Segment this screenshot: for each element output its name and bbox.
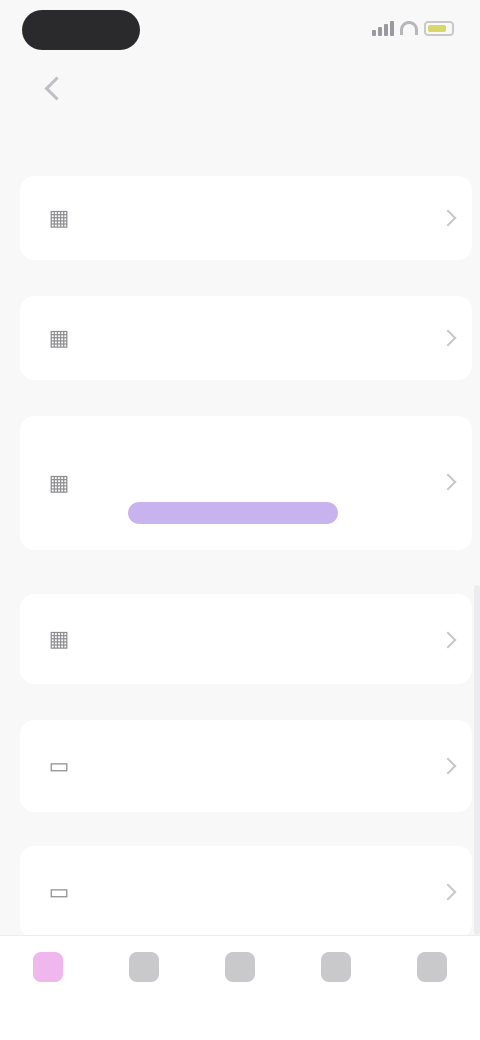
cards-icon: ▭ (48, 753, 70, 778)
tab-profile[interactable] (384, 936, 480, 1040)
chevron-right-icon (439, 473, 457, 491)
app-screen: ▦ ▦ ▦ ▦ ▭ ▭ (0, 0, 480, 1040)
tab-bar (0, 935, 480, 1040)
signal-icon (372, 20, 394, 36)
list-item[interactable]: ▦ (20, 176, 472, 260)
progress-badge (128, 502, 338, 524)
notebook-icon: ▦ (48, 325, 70, 350)
tab-chart[interactable] (192, 936, 288, 1040)
practice-icon (321, 952, 351, 982)
lesson-list: ▦ ▦ ▦ ▦ ▭ ▭ (0, 176, 480, 938)
chart-icon (225, 952, 255, 982)
chevron-right-icon (439, 209, 457, 227)
list-item[interactable]: ▦ (20, 296, 472, 380)
list-item[interactable]: ▦ (20, 594, 472, 684)
list-item[interactable]: ▭ (20, 720, 472, 812)
chevron-left-icon[interactable] (44, 76, 69, 101)
chevron-right-icon (439, 329, 457, 347)
notebook-icon: ▦ (48, 205, 70, 230)
status-icons (372, 20, 454, 36)
profile-icon (417, 952, 447, 982)
list-item[interactable]: ▭ (20, 846, 472, 938)
chevron-right-icon (439, 883, 457, 901)
chevron-right-icon (439, 631, 457, 649)
home-icon (33, 952, 63, 982)
wifi-icon (400, 21, 418, 35)
notebook-icon: ▦ (48, 626, 70, 651)
tab-practice[interactable] (288, 936, 384, 1040)
chevron-right-icon (439, 757, 457, 775)
status-time (22, 10, 140, 50)
status-bar (0, 0, 480, 64)
cards-icon: ▭ (48, 879, 70, 904)
tab-book[interactable] (96, 936, 192, 1040)
notebook-icon: ▦ (48, 470, 70, 495)
book-icon (129, 952, 159, 982)
scrollbar[interactable] (474, 585, 480, 935)
header (0, 66, 480, 176)
list-item[interactable]: ▦ (20, 416, 472, 550)
battery-icon (424, 20, 454, 36)
tab-home[interactable] (0, 936, 96, 1040)
